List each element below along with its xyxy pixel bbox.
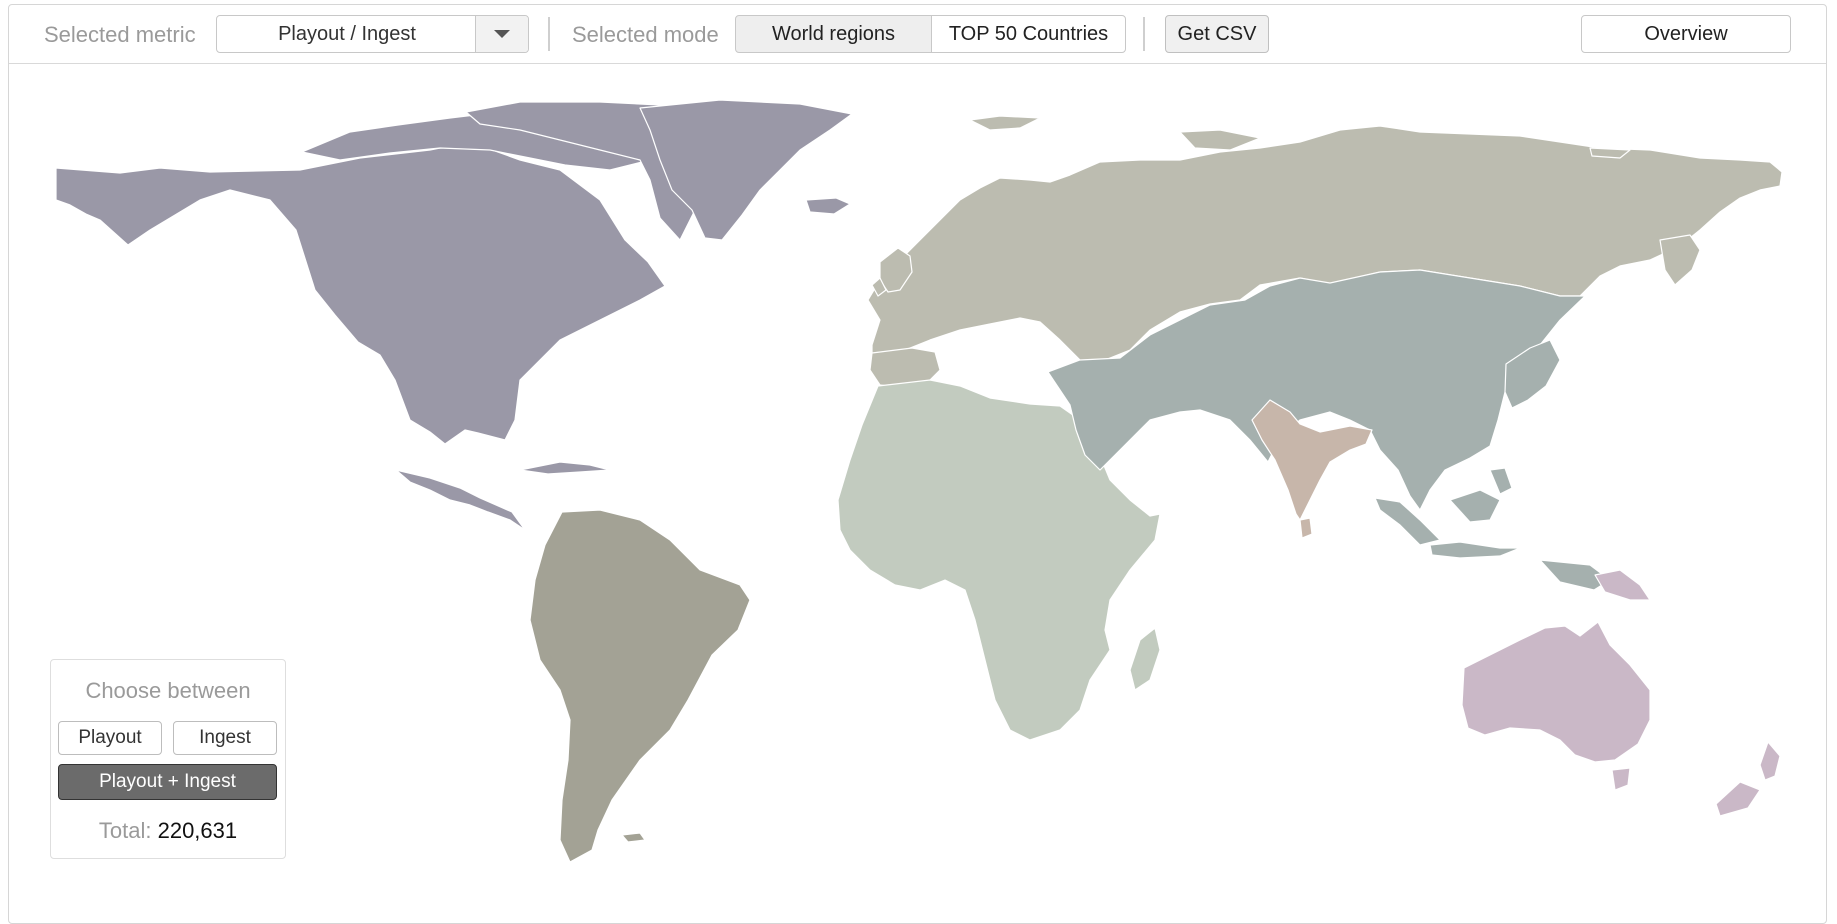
chevron-down-icon[interactable]: [475, 16, 528, 52]
region-oceania[interactable]: [1461, 569, 1781, 817]
toolbar: Selected metric Playout / Ingest Selecte…: [9, 5, 1826, 64]
metric-label: Selected metric: [44, 22, 196, 47]
metric-chooser-panel: Choose between Playout Ingest Playout + …: [50, 659, 286, 859]
mode-label: Selected mode: [572, 22, 719, 47]
total-value: 220,631: [157, 818, 238, 843]
toolbar-divider: [548, 17, 550, 51]
total-label: Total:: [98, 818, 152, 843]
metric-select[interactable]: Playout / Ingest: [216, 15, 529, 53]
chooser-title: Choose between: [85, 678, 251, 703]
ingest-button[interactable]: Ingest: [173, 721, 277, 755]
region-south-america[interactable]: [529, 509, 751, 863]
metric-select-value: Playout / Ingest: [278, 23, 416, 45]
toolbar-divider: [1143, 17, 1145, 51]
get-csv-button[interactable]: Get CSV: [1165, 15, 1269, 53]
playout-ingest-button[interactable]: Playout + Ingest: [58, 764, 277, 800]
playout-button[interactable]: Playout: [58, 721, 162, 755]
total-readout: Total: 220,631: [51, 818, 285, 844]
overview-button[interactable]: Overview: [1581, 15, 1791, 53]
mode-top50-countries-button[interactable]: TOP 50 Countries: [931, 15, 1126, 53]
mode-world-regions-button[interactable]: World regions: [735, 15, 932, 53]
